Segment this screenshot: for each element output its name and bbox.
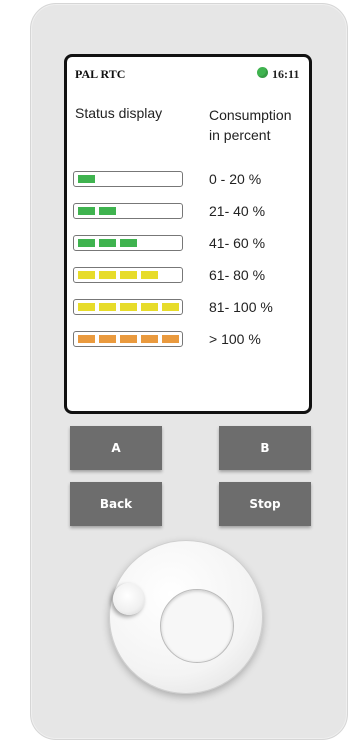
consumption-range: 81- 100 % [209,299,273,315]
level-segment [99,271,116,279]
level-segment [120,239,137,247]
battery-status-icon [257,67,268,78]
table-row: 81- 100 % [73,299,305,317]
device-title: PAL RTC [75,67,126,81]
status-meter [73,171,183,187]
level-segment [78,335,95,343]
level-segment [78,303,95,311]
status-display-header: Status display [75,105,163,121]
consumption-range: 0 - 20 % [209,171,262,187]
level-segment [141,271,158,279]
level-segment [78,175,95,183]
back-button[interactable]: Back [70,482,162,526]
consumption-range: 61- 80 % [209,267,266,283]
status-meter [73,267,183,283]
level-segment [141,335,158,343]
rotary-dial[interactable] [109,540,263,694]
status-meter [73,331,183,347]
consumption-header: Consumption in percent [209,107,292,143]
level-segment [99,239,116,247]
level-segment [120,271,137,279]
status-meter [73,235,183,251]
table-row: 61- 80 % [73,267,305,285]
level-segment [162,335,179,343]
level-segment [141,303,158,311]
level-segment [78,239,95,247]
a-button[interactable]: A [70,426,162,470]
table-row: 21- 40 % [73,203,305,221]
consumption-range: > 100 % [209,331,261,347]
level-segment [120,303,137,311]
status-meter [73,299,183,315]
stop-button[interactable]: Stop [219,482,311,526]
level-segment [78,271,95,279]
clock: 16:11 [272,67,300,81]
status-bar: PAL RTC 16:11 [67,57,309,93]
consumption-range: 21- 40 % [209,203,266,219]
level-segment [78,207,95,215]
dial-knob-icon [113,583,145,615]
table-row: > 100 % [73,331,305,349]
level-segment [99,303,116,311]
table-row: 0 - 20 % [73,171,305,189]
b-button[interactable]: B [219,426,311,470]
status-meter [73,203,183,219]
table-row: 41- 60 % [73,235,305,253]
level-segment [162,303,179,311]
consumption-range: 41- 60 % [209,235,266,251]
level-segment [120,335,137,343]
level-segment [99,207,116,215]
level-segment [99,335,116,343]
display-screen: PAL RTC 16:11 Status display Consumption… [64,54,312,414]
dial-center-button[interactable] [160,589,234,663]
